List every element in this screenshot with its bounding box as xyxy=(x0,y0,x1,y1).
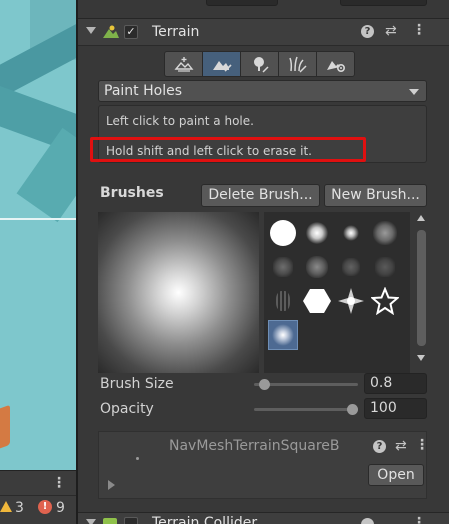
console-status-bar: ⋮ 3 ! 9 xyxy=(0,470,76,524)
brush-swatch[interactable] xyxy=(302,218,332,248)
help-icon[interactable] xyxy=(361,518,374,524)
brush-swatch[interactable] xyxy=(268,286,298,316)
tool-paint-trees[interactable] xyxy=(240,51,279,77)
brush-swatch[interactable] xyxy=(370,218,400,248)
foldout-arrow-icon[interactable] xyxy=(86,27,96,34)
divider xyxy=(0,495,76,496)
brush-swatch[interactable] xyxy=(302,286,332,316)
kebab-menu-icon[interactable]: ⋮ xyxy=(412,515,426,524)
scrollbar-thumb[interactable] xyxy=(417,230,426,346)
brush-swatch[interactable] xyxy=(336,286,366,316)
scene-view[interactable] xyxy=(0,0,76,470)
highlight-annotation xyxy=(90,137,366,162)
kebab-menu-icon[interactable]: ⋮ xyxy=(52,475,66,491)
kebab-menu-icon[interactable]: ⋮ xyxy=(415,437,429,453)
brush-swatch[interactable] xyxy=(370,286,400,316)
brush-swatch[interactable] xyxy=(336,252,366,282)
help-icon[interactable]: ? xyxy=(373,440,386,453)
chevron-down-icon xyxy=(409,89,419,95)
tool-paint-details[interactable] xyxy=(278,51,317,77)
error-count[interactable]: 9 xyxy=(56,500,65,516)
brush-swatch[interactable] xyxy=(336,218,366,248)
opacity-field[interactable]: 100 xyxy=(364,398,427,419)
terrain-component-icon xyxy=(103,25,119,38)
foldout-arrow-icon[interactable] xyxy=(108,480,115,490)
inspector-panel: ✓ Terrain ? ⇄ ⋮ Paint Holes Left click t… xyxy=(78,0,449,524)
scroll-up-arrow-icon[interactable] xyxy=(417,215,425,221)
enabled-checkbox[interactable] xyxy=(124,517,138,524)
brush-size-slider[interactable] xyxy=(254,379,358,390)
brush-grid-scrollbar[interactable] xyxy=(414,212,428,373)
grass-brush-icon xyxy=(288,56,307,73)
brush-swatch-selected[interactable] xyxy=(268,320,298,350)
terrain-collider-icon xyxy=(103,518,117,524)
component-header[interactable]: ✓ Terrain ? ⇄ ⋮ xyxy=(78,18,449,46)
component-title: Terrain Collider xyxy=(152,515,258,524)
brush-preview xyxy=(98,212,259,373)
opacity-label: Opacity xyxy=(100,401,154,417)
brush-swatch[interactable] xyxy=(268,252,298,282)
brush-grid xyxy=(264,212,410,373)
asset-title: NavMeshTerrainSquareB xyxy=(169,438,340,454)
terrain-grid-plus-icon xyxy=(174,57,193,72)
scene-object xyxy=(0,404,10,452)
brush-swatch[interactable] xyxy=(302,252,332,282)
warning-icon[interactable] xyxy=(0,501,12,512)
foldout-arrow-icon[interactable] xyxy=(86,519,96,524)
dropdown-value: Paint Holes xyxy=(104,83,182,99)
delete-brush-button[interactable]: Delete Brush... xyxy=(201,184,320,207)
new-brush-button[interactable]: New Brush... xyxy=(324,184,427,207)
terrain-tool-toolbar xyxy=(164,51,355,77)
kebab-menu-icon[interactable]: ⋮ xyxy=(412,22,426,38)
brush-size-label: Brush Size xyxy=(100,376,174,392)
tool-paint-terrain[interactable] xyxy=(202,51,241,77)
brush-size-field[interactable]: 0.8 xyxy=(364,373,427,394)
component-header[interactable]: Terrain Collider ⋮ xyxy=(78,512,449,524)
open-button[interactable]: Open xyxy=(368,464,424,486)
paint-mode-dropdown[interactable]: Paint Holes xyxy=(98,80,427,102)
tool-terrain-settings[interactable] xyxy=(316,51,355,77)
brush-swatch[interactable] xyxy=(370,252,400,282)
terrain-gear-icon xyxy=(326,61,345,73)
asset-thumbnail xyxy=(136,457,139,460)
warning-count[interactable]: 3 xyxy=(15,500,24,516)
help-icon[interactable]: ? xyxy=(361,25,374,38)
scroll-down-arrow-icon[interactable] xyxy=(417,355,425,361)
error-icon[interactable]: ! xyxy=(38,500,52,514)
slider-handle[interactable] xyxy=(347,404,358,415)
scene-line xyxy=(0,218,76,220)
opacity-slider[interactable] xyxy=(254,404,358,415)
help-text: Left click to paint a hole. xyxy=(106,114,254,128)
preset-icon[interactable]: ⇄ xyxy=(385,23,397,39)
terrain-brush-icon xyxy=(212,61,232,72)
brush-swatch[interactable] xyxy=(268,218,298,248)
tree-brush-icon xyxy=(253,57,269,73)
field[interactable] xyxy=(206,0,278,6)
tool-create-neighbor-terrains[interactable] xyxy=(164,51,203,77)
brushes-heading: Brushes xyxy=(100,185,164,201)
preset-icon[interactable]: ⇄ xyxy=(395,438,407,454)
slider-handle[interactable] xyxy=(259,379,270,390)
component-title: Terrain xyxy=(152,24,200,40)
field[interactable] xyxy=(340,0,427,6)
enabled-checkbox[interactable]: ✓ xyxy=(124,25,138,39)
